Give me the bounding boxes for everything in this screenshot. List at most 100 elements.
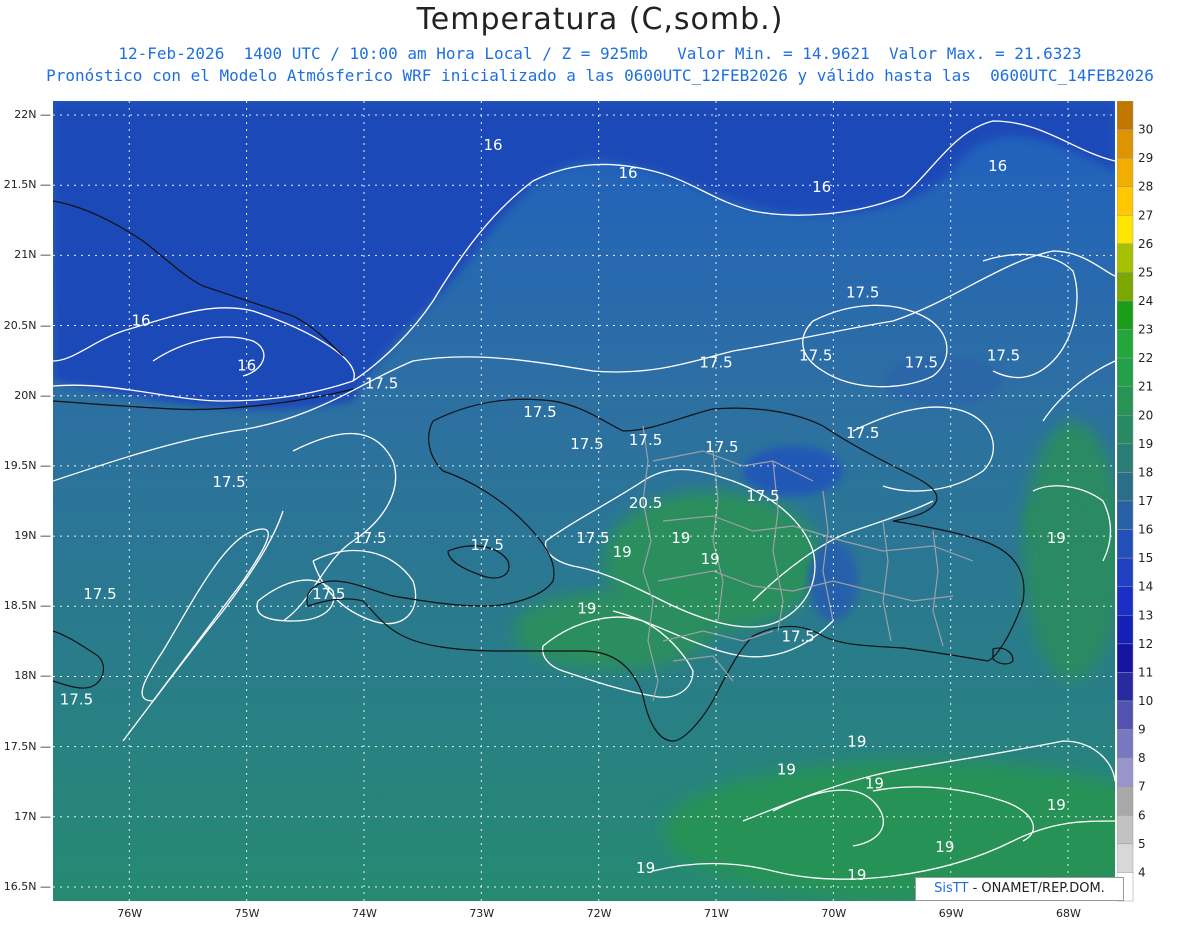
contour-label: 17.5	[83, 585, 116, 603]
colorbar-swatch	[1116, 815, 1134, 845]
contour-label: 19	[636, 859, 655, 877]
contour-label: 17.5	[629, 431, 662, 449]
colorbar-level-label: 5	[1138, 837, 1146, 851]
lat-tick-label: 16.5N —	[3, 879, 51, 893]
colorbar-swatch	[1116, 443, 1134, 473]
colorbar-swatch	[1116, 300, 1134, 330]
contour-label: 17.5	[799, 347, 832, 365]
colorbar-level-label: 30	[1138, 123, 1153, 137]
contour-label: 16	[988, 157, 1007, 175]
colorbar-swatch	[1116, 357, 1134, 387]
colorbar-swatch	[1116, 415, 1134, 445]
colorbar-swatch	[1116, 243, 1134, 273]
colorbar-swatch	[1116, 500, 1134, 530]
lon-tick-label: 75W	[234, 907, 260, 920]
lat-tick-label: 17N —	[14, 809, 51, 823]
colorbar-swatch	[1116, 272, 1134, 302]
colorbar-level-label: 26	[1138, 237, 1153, 251]
colorbar-swatch	[1116, 615, 1134, 645]
colorbar-level-label: 11	[1138, 665, 1153, 679]
contour-label: 17.5	[699, 354, 732, 372]
colorbar-level-label: 4	[1138, 865, 1146, 879]
map-canvas: 16 16 16 16 16 16 17.5 17.5 17.5 17.5 17.5 17.5 17.5…	[53, 101, 1115, 901]
contour-label: 20.5	[629, 494, 662, 512]
lat-tick-label: 17.5N —	[3, 739, 51, 753]
chart-title: Temperatura (C,somb.)	[416, 2, 784, 37]
colorbar-swatch	[1116, 557, 1134, 587]
colorbar-level-label: 6	[1138, 808, 1146, 822]
colorbar-level-label: 15	[1138, 551, 1153, 565]
contour-label: 16	[812, 178, 831, 196]
header-line-1: 12-Feb-2026 1400 UTC / 10:00 am Hora Loc…	[118, 44, 1082, 63]
colorbar-level-label: 14	[1138, 580, 1153, 594]
colorbar-level-label: 24	[1138, 294, 1153, 308]
lat-tick-label: 20.5N —	[3, 318, 51, 332]
colorbar-swatch	[1116, 129, 1134, 159]
colorbar-swatch	[1116, 472, 1134, 502]
colorbar-swatch	[1116, 529, 1134, 559]
lon-tick-label: 69W	[938, 907, 964, 920]
header-line-2: Pronóstico con el Modelo Atmósferico WRF…	[46, 66, 1154, 85]
colorbar-level-label: 10	[1138, 694, 1153, 708]
lat-tick-label: 19.5N —	[3, 458, 51, 472]
credit-text: - ONAMET/REP.DOM.	[972, 881, 1105, 896]
colorbar-level-label: 8	[1138, 751, 1146, 765]
temperature-map: 16 16 16 16 16 16 17.5 17.5 17.5 17.5 17.5 17.5 17.5…	[53, 101, 1115, 901]
lon-tick-label: 73W	[469, 907, 495, 920]
colorbar-level-label: 25	[1138, 265, 1153, 279]
colorbar-swatch	[1116, 786, 1134, 816]
lat-tick-label: 21N —	[14, 248, 51, 262]
lon-tick-label: 71W	[704, 907, 729, 920]
colorbar-level-label: 13	[1138, 608, 1153, 622]
contour-label: 17.5	[470, 536, 503, 554]
contour-label: 16	[237, 356, 256, 374]
contour-label: 19	[1047, 796, 1066, 814]
contour-label: 16	[131, 312, 150, 330]
contour-label: 19	[701, 550, 720, 568]
colorbar-swatch	[1116, 157, 1134, 187]
colorbar-swatch	[1116, 729, 1134, 759]
contour-label: 17.5	[60, 691, 93, 709]
colorbar-swatch	[1116, 215, 1134, 245]
contour-label: 17.5	[846, 283, 879, 301]
colorbar-swatch	[1116, 757, 1134, 787]
colorbar-level-label: 19	[1138, 437, 1153, 451]
lon-tick-label: 70W	[821, 907, 847, 920]
lat-tick-label: 18N —	[14, 669, 51, 683]
colorbar-level-label: 12	[1138, 637, 1153, 651]
colorbar-swatch	[1116, 700, 1134, 730]
contour-label: 19	[865, 775, 884, 793]
contour-label: 17.5	[365, 375, 398, 393]
colorbar-level-label: 29	[1138, 151, 1153, 165]
colorbar-level-label: 20	[1138, 408, 1153, 422]
lon-tick-label: 76W	[117, 907, 143, 920]
colorbar-level-label: 23	[1138, 323, 1153, 337]
credit-brand: SisTT	[934, 881, 969, 896]
contour-label: 17.5	[576, 529, 609, 547]
colorbar-swatch	[1116, 329, 1134, 359]
colorbar-swatch	[1116, 100, 1134, 130]
warm-region-south	[513, 591, 713, 671]
contour-label: 17.5	[212, 473, 245, 491]
contour-label: 19	[613, 543, 632, 561]
contour-label: 19	[671, 529, 690, 547]
contour-label: 17.5	[312, 585, 345, 603]
contour-label: 17.5	[746, 487, 779, 505]
credit-box: SisTT - ONAMET/REP.DOM.	[915, 877, 1124, 901]
lat-tick-label: 20N —	[14, 388, 51, 402]
contour-label: 17.5	[570, 435, 603, 453]
colorbar-level-label: 17	[1138, 494, 1153, 508]
contour-label: 17.5	[781, 627, 814, 645]
contour-label: 17.5	[846, 424, 879, 442]
contour-label: 19	[847, 733, 866, 751]
contour-label: 19	[777, 761, 796, 779]
colorbar-level-label: 27	[1138, 208, 1153, 222]
contour-label: 19	[577, 599, 596, 617]
colorbar-level-label: 9	[1138, 723, 1146, 737]
colorbar-swatch	[1116, 186, 1134, 216]
lon-tick-label: 74W	[351, 907, 377, 920]
contour-label: 17.5	[987, 347, 1020, 365]
colorbar: 30 29 28 27 26 25 24 23 22 21 20 19 18 17 16 15 14 13 12 11…	[1116, 100, 1161, 905]
contour-label: 19	[935, 838, 954, 856]
contour-label: 16	[484, 136, 503, 154]
